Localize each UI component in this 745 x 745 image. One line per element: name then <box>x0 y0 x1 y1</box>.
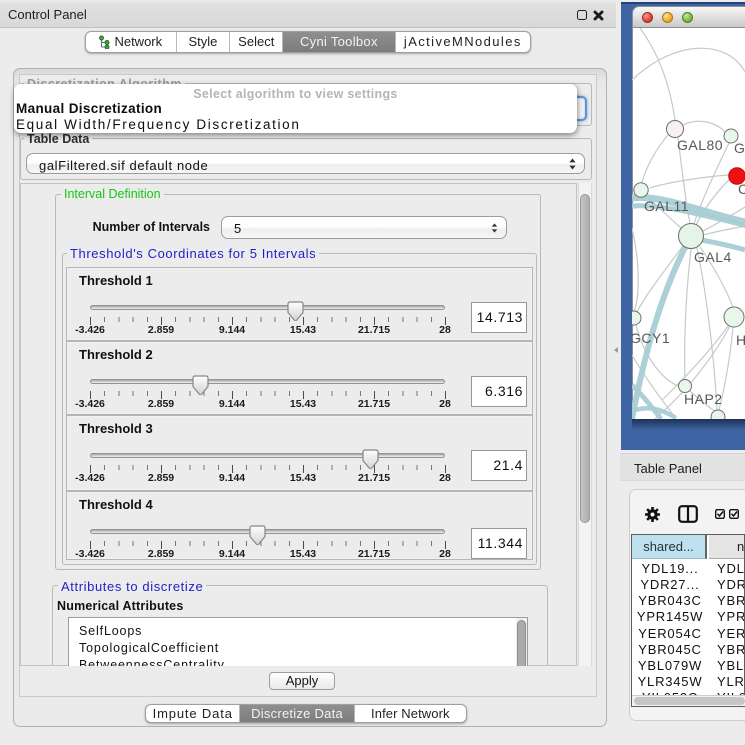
svg-text:HAP2: HAP2 <box>684 391 723 407</box>
svg-text:GAL11: GAL11 <box>644 198 689 214</box>
svg-text:CR: CR <box>738 181 745 197</box>
svg-text:H: H <box>736 332 745 348</box>
svg-text:GAL4: GAL4 <box>694 249 732 265</box>
svg-text:GCY1: GCY1 <box>632 330 670 346</box>
svg-text:GA: GA <box>734 140 745 156</box>
svg-text:GAL80: GAL80 <box>677 137 723 153</box>
